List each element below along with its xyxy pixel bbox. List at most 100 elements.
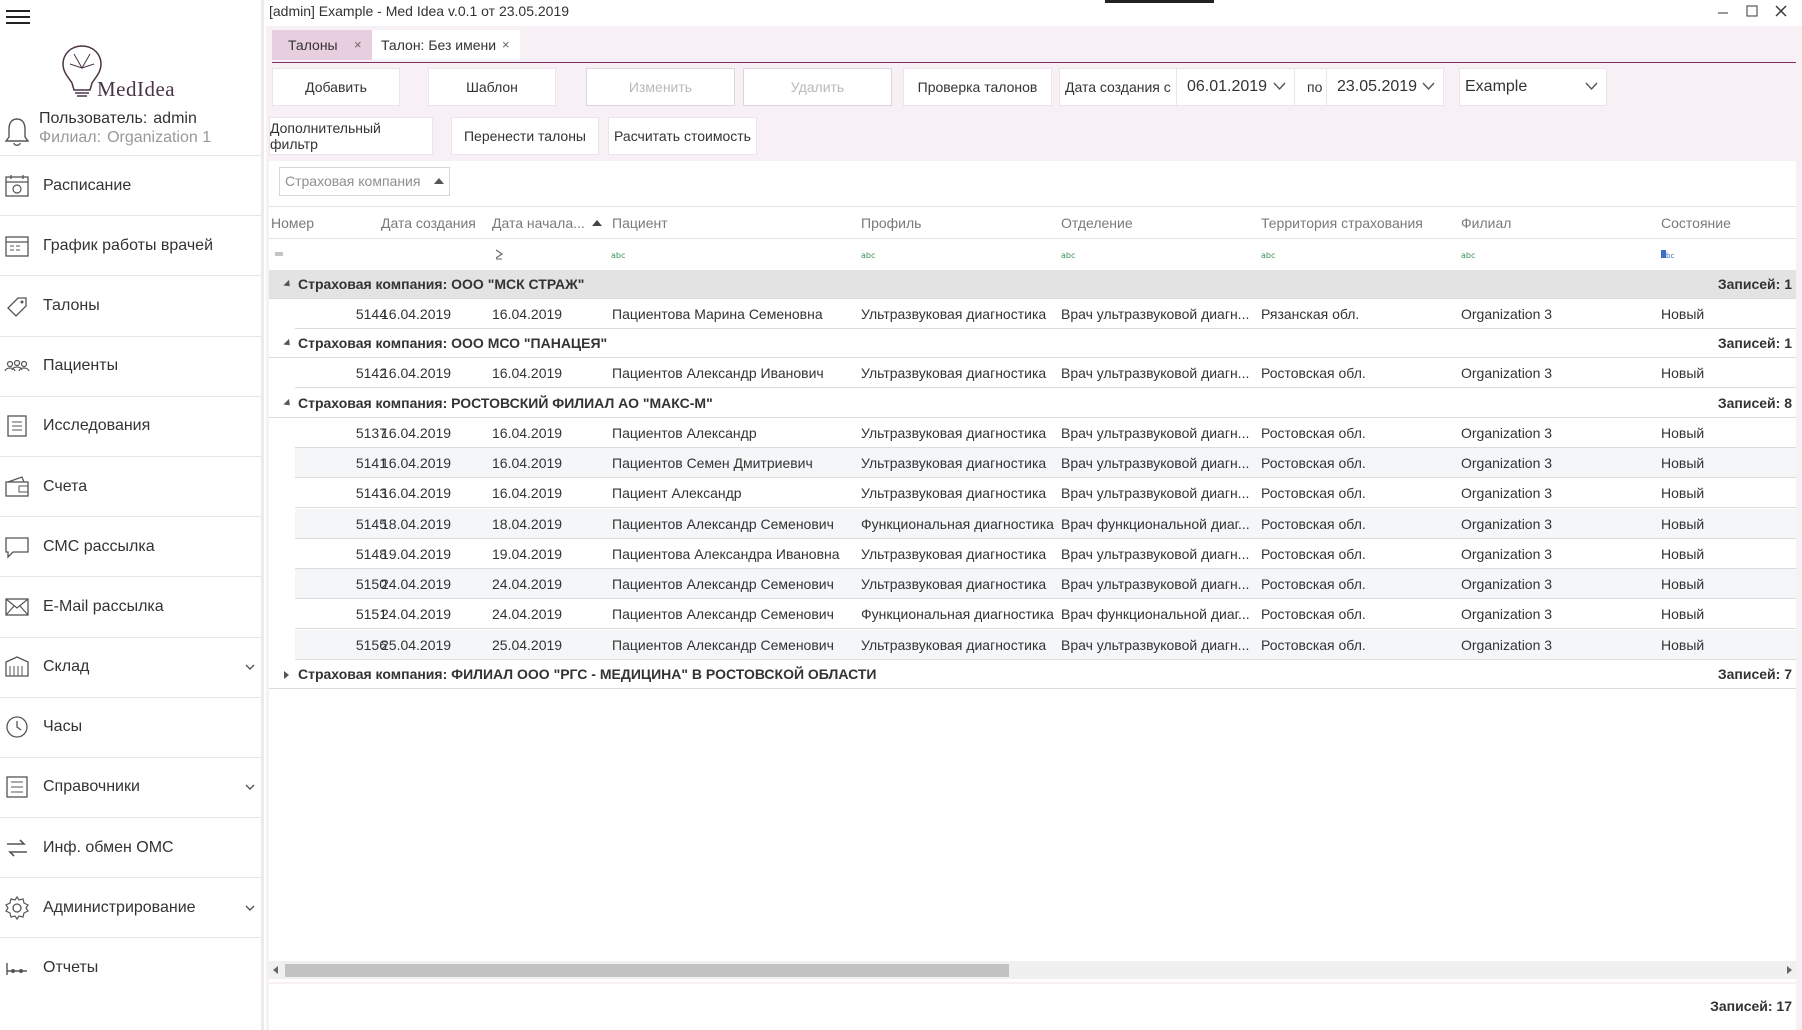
- table-cell: Пациентова Марина Семеновна: [612, 306, 823, 322]
- column-header-status[interactable]: Состояние: [1661, 207, 1731, 239]
- hamburger-menu-icon[interactable]: [6, 6, 30, 26]
- date-to-picker[interactable]: 23.05.2019: [1326, 68, 1444, 106]
- scroll-left-icon[interactable]: [273, 966, 278, 974]
- close-window-icon[interactable]: [1770, 2, 1792, 22]
- organization-select[interactable]: Example: [1459, 68, 1607, 106]
- table-cell: 24.04.2019: [492, 606, 563, 623]
- table-cell: Ультразвуковая диагностика: [861, 636, 1047, 653]
- sidebar-item-doctor-schedule[interactable]: График работы врачей: [0, 215, 262, 275]
- contains-filter-icon[interactable]: abc: [611, 248, 625, 260]
- branch-line: Филиал: Organization 1: [39, 129, 211, 147]
- scroll-right-icon[interactable]: [1787, 966, 1792, 974]
- table-cell: Врач ультразвуковой диагн...: [1061, 424, 1250, 441]
- table-row[interactable]: 5145 18.04.2019 18.04.2019 Пациентов Алекса…: [295, 508, 1796, 539]
- equals-filter-icon[interactable]: [274, 248, 284, 260]
- table-cell: Ростовская обл.: [1261, 606, 1366, 623]
- table-row[interactable]: 5142 16.04.2019 16.04.2019 Пациентов Алекса…: [295, 358, 1796, 389]
- sidebar-item-label: Справочники: [43, 778, 140, 796]
- app-window: MedIdea Пользователь: admin Филиал: Organi…: [0, 0, 1802, 1030]
- sidebar-item-oms-exchange[interactable]: Инф. обмен ОМС: [0, 817, 262, 877]
- move-tickets-button[interactable]: Перенести талоны: [451, 117, 599, 155]
- add-button[interactable]: Добавить: [272, 68, 400, 106]
- greater-equal-filter-icon[interactable]: [494, 248, 504, 260]
- column-header-department[interactable]: Отделение: [1061, 207, 1133, 239]
- tab-ticket-unnamed[interactable]: Талон: Без имени ×: [372, 30, 520, 60]
- table-row[interactable]: 5143 16.04.2019 16.04.2019 Пациент Александ…: [295, 478, 1796, 509]
- table-cell: Organization 3: [1461, 636, 1553, 653]
- chevron-down-icon: [1585, 82, 1598, 91]
- chevron-down-icon[interactable]: [244, 783, 256, 791]
- column-header-branch[interactable]: Филиал: [1461, 207, 1511, 239]
- collapse-icon[interactable]: [283, 279, 293, 290]
- column-header-territory[interactable]: Территория страхования: [1261, 207, 1423, 239]
- sidebar-item-references[interactable]: Справочники: [0, 756, 262, 817]
- sidebar-item-sms[interactable]: СМС рассылка: [0, 516, 262, 576]
- sidebar-item-tickets[interactable]: Талоны: [0, 275, 262, 335]
- table-row[interactable]: 5150 24.04.2019 24.04.2019 Пациентов Алекса…: [295, 569, 1796, 600]
- chevron-down-icon[interactable]: [244, 904, 256, 912]
- sidebar-item-administration[interactable]: Администрирование: [0, 877, 262, 937]
- contains-filter-icon[interactable]: abc: [1461, 248, 1475, 260]
- column-header-number[interactable]: Номер: [271, 207, 314, 239]
- group-row[interactable]: Страховая компания: ФИЛИАЛ ООО "РГС - МЕ…: [269, 660, 1796, 689]
- group-by-chip[interactable]: Страховая компания: [279, 167, 450, 196]
- table-cell: Пациентов Александр Иванович: [612, 365, 824, 382]
- table-row[interactable]: 5144 16.04.2019 16.04.2019 Пациентова Марин…: [295, 299, 1796, 329]
- table-row[interactable]: 5148 19.04.2019 19.04.2019 Пациентова Алекс…: [295, 539, 1796, 569]
- sidebar-item-schedule[interactable]: Расписание: [0, 155, 262, 215]
- table-cell: 24.04.2019: [381, 576, 452, 593]
- template-button[interactable]: Шаблон: [428, 68, 556, 106]
- sidebar-item-research[interactable]: Исследования: [0, 395, 262, 456]
- sidebar-item-patients[interactable]: Пациенты: [0, 335, 262, 396]
- table-cell: 16.04.2019: [492, 454, 563, 471]
- sidebar-item-accounts[interactable]: Счета: [0, 455, 262, 516]
- sidebar-item-label: Отчеты: [43, 959, 99, 977]
- horizontal-scrollbar[interactable]: [269, 961, 1796, 979]
- scrollbar-thumb[interactable]: [285, 964, 1009, 977]
- table-row[interactable]: 5156 25.04.2019 25.04.2019 Пациентов Алекса…: [295, 629, 1796, 660]
- contains-filter-icon[interactable]: abc: [861, 248, 875, 260]
- table-cell: Врач функциональной диаг...: [1061, 606, 1250, 623]
- chevron-down-icon[interactable]: [244, 663, 256, 671]
- table-row[interactable]: 5141 16.04.2019 16.04.2019 Пациентов Семен …: [295, 447, 1796, 478]
- date-from-picker[interactable]: 06.01.2019: [1176, 68, 1295, 106]
- contains-filter-icon[interactable]: abc: [1261, 248, 1275, 260]
- table-row[interactable]: 5137 16.04.2019 16.04.2019 Пациентов Алекса…: [295, 418, 1796, 448]
- calculate-cost-button[interactable]: Расчитать стоимость: [608, 117, 757, 155]
- svg-text:abc: abc: [1261, 251, 1275, 260]
- schedule-icon: [5, 236, 29, 257]
- collapse-icon[interactable]: [283, 339, 293, 349]
- group-row[interactable]: Страховая компания: ООО МСО "ПАНАЦЕЯ" Зап…: [269, 329, 1796, 359]
- table-row[interactable]: 5151 24.04.2019 24.04.2019 Пациентов Алекса…: [295, 599, 1796, 630]
- group-row[interactable]: Страховая компания: ООО "МСК СТРАЖ" Запис…: [269, 270, 1796, 299]
- close-tab-icon[interactable]: ×: [354, 30, 362, 60]
- column-header-profile[interactable]: Профиль: [861, 207, 921, 239]
- svg-text:abc: abc: [1461, 251, 1475, 260]
- check-tickets-button[interactable]: Проверка талонов: [903, 68, 1052, 106]
- group-row[interactable]: Страховая компания: РОСТОВСКИЙ ФИЛИАЛ АО…: [269, 389, 1796, 418]
- expand-icon[interactable]: [284, 671, 289, 679]
- table-cell: 16.04.2019: [492, 365, 563, 382]
- collapse-icon[interactable]: [283, 398, 293, 408]
- column-header-patient[interactable]: Пациент: [612, 207, 668, 239]
- minimize-icon[interactable]: [1712, 2, 1734, 22]
- close-tab-icon[interactable]: ×: [502, 30, 510, 60]
- column-header-created[interactable]: Дата создания: [381, 207, 476, 239]
- delete-button[interactable]: Удалить: [743, 68, 892, 106]
- maximize-icon[interactable]: [1741, 2, 1763, 22]
- starts-with-filter-icon[interactable]: bc: [1661, 248, 1675, 260]
- sidebar-item-clock[interactable]: Часы: [0, 696, 262, 757]
- tab-tickets[interactable]: Талоны ×: [272, 30, 372, 60]
- column-header-start[interactable]: Дата начала...: [492, 207, 585, 239]
- table-cell: Ультразвуковая диагностика: [861, 576, 1047, 593]
- tab-label: Талоны: [288, 37, 338, 53]
- sidebar-item-reports[interactable]: Отчеты: [0, 937, 262, 997]
- sidebar-item-warehouse[interactable]: Склад: [0, 636, 262, 697]
- group-title: Страховая компания: ООО "МСК СТРАЖ": [298, 276, 585, 292]
- contains-filter-icon[interactable]: abc: [1061, 248, 1075, 260]
- edit-button[interactable]: Изменить: [586, 68, 735, 106]
- extra-filter-button[interactable]: Дополнительный фильтр: [269, 117, 433, 155]
- calendar-icon: [5, 174, 29, 197]
- bell-icon[interactable]: [4, 116, 30, 148]
- sidebar-item-email[interactable]: E-Mail рассылка: [0, 576, 262, 636]
